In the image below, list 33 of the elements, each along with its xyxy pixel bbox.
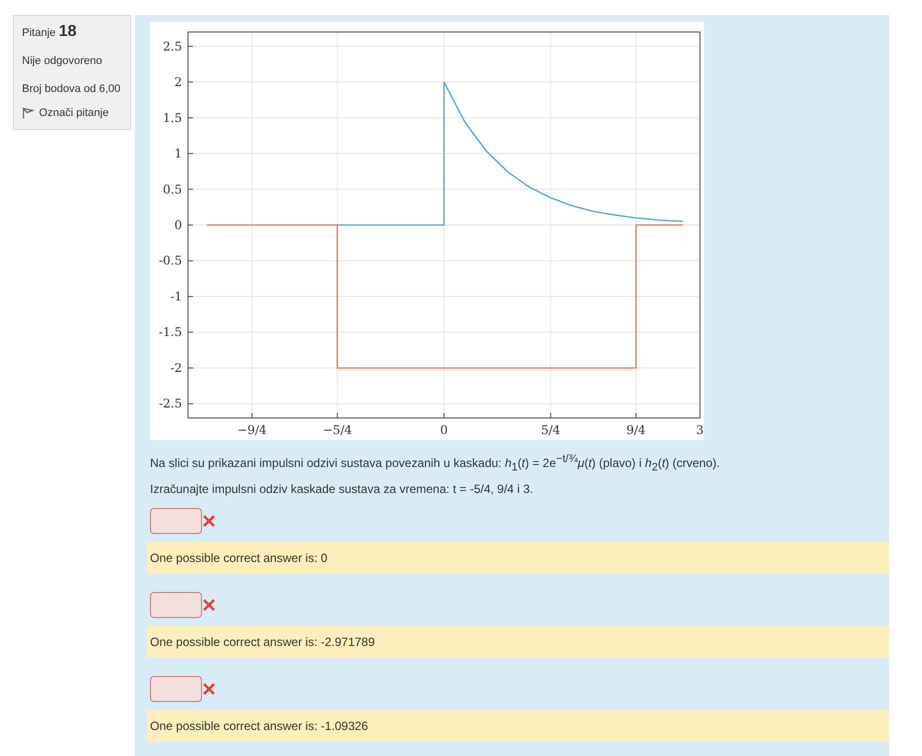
feedback-text: One possible correct answer is: -2.971789 <box>147 626 889 658</box>
question-marks: Broj bodova od 6,00 <box>22 82 122 97</box>
answer-field[interactable] <box>150 592 202 618</box>
question-number: 18 <box>58 23 76 40</box>
tick-label: 5/4 <box>541 423 560 437</box>
tick-label: -2.5 <box>158 396 182 411</box>
cross-icon <box>202 514 216 528</box>
tick-label: 9/4 <box>626 423 646 437</box>
tick-label: -1.5 <box>158 325 182 340</box>
flag-icon <box>22 107 34 119</box>
tick-label: 0 <box>174 218 182 232</box>
tick-label: −9/4 <box>237 423 267 437</box>
tick-label: 2 <box>174 75 182 90</box>
tick-label: 1.5 <box>162 110 182 125</box>
answer-field[interactable] <box>150 508 202 534</box>
tick-label: 3 <box>696 423 704 437</box>
question-state: Nije odgovoreno <box>22 54 104 69</box>
flag-question-link[interactable]: Označi pitanje <box>22 107 122 119</box>
feedback-text: One possible correct answer is: -1.09326 <box>147 710 889 742</box>
tick-label: −5/4 <box>322 423 352 437</box>
instruction-text: Izračunajte impulsni odziv kaskade sustava za vremena: t = -5/4, 9/4 i 3. <box>150 482 534 496</box>
tick-label: -0.5 <box>158 254 182 268</box>
tick-label: -2 <box>170 360 182 375</box>
question-label: Pitanje <box>22 27 57 39</box>
answer-field[interactable] <box>150 676 202 702</box>
feedback-text: One possible correct answer is: 0 <box>147 542 889 574</box>
cross-icon <box>202 598 216 612</box>
tick-label: 0.5 <box>162 182 182 196</box>
tick-label: 2.5 <box>162 39 182 54</box>
cross-icon <box>202 682 216 696</box>
tick-label: 1 <box>174 146 182 161</box>
tick-label: 0 <box>440 423 448 437</box>
tick-label: -1 <box>170 289 182 304</box>
